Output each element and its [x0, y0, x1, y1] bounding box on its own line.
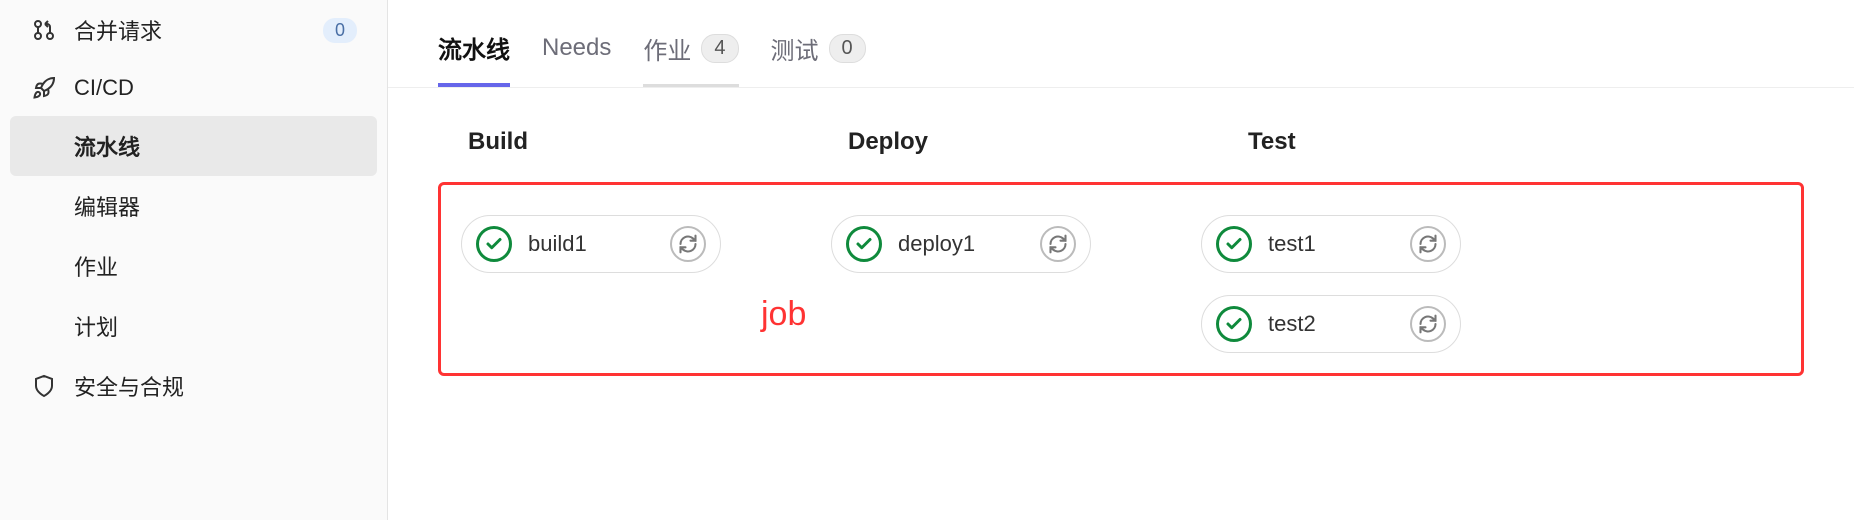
- job-name: test1: [1268, 231, 1410, 257]
- retry-icon[interactable]: [1040, 226, 1076, 262]
- sidebar-item-label: 流水线: [74, 130, 140, 162]
- job-pill-test1[interactable]: test1: [1201, 215, 1461, 273]
- status-success-icon: [846, 226, 882, 262]
- sidebar-item-label: 安全与合规: [74, 370, 184, 402]
- annotation-label: job: [761, 295, 806, 334]
- shield-icon: [30, 372, 58, 400]
- job-pill-build1[interactable]: build1: [461, 215, 721, 273]
- rocket-icon: [30, 74, 58, 102]
- stage-header-test: Test: [1248, 128, 1498, 156]
- sidebar-item-label: 编辑器: [74, 190, 140, 222]
- retry-icon[interactable]: [1410, 226, 1446, 262]
- tab-label: 作业: [643, 31, 691, 66]
- tabs: 流水线 Needs 作业 4 测试 0: [388, 0, 1854, 88]
- job-pill-deploy1[interactable]: deploy1: [831, 215, 1091, 273]
- job-name: test2: [1268, 311, 1410, 337]
- stage-column-build: build1: [461, 215, 721, 353]
- sidebar-item-jobs[interactable]: 作业: [0, 236, 387, 296]
- sidebar-item-label: 计划: [74, 310, 118, 342]
- job-name: build1: [528, 231, 670, 257]
- job-name: deploy1: [898, 231, 1040, 257]
- tab-needs[interactable]: Needs: [542, 34, 611, 83]
- sidebar-item-security[interactable]: 安全与合规: [0, 356, 387, 416]
- sidebar-item-schedules[interactable]: 计划: [0, 296, 387, 356]
- sidebar-item-cicd[interactable]: CI/CD: [0, 60, 387, 116]
- stage-header-build: Build: [468, 128, 718, 156]
- status-success-icon: [1216, 306, 1252, 342]
- status-success-icon: [476, 226, 512, 262]
- main-content: 流水线 Needs 作业 4 测试 0 Build Deploy Test jo…: [388, 0, 1854, 520]
- sidebar-item-merge-requests[interactable]: 合并请求 0: [0, 0, 387, 60]
- retry-icon[interactable]: [1410, 306, 1446, 342]
- tab-count-badge: 0: [829, 34, 866, 63]
- tab-pipeline[interactable]: 流水线: [438, 30, 510, 87]
- sidebar-item-label: 合并请求: [74, 14, 162, 46]
- pipeline-area: Build Deploy Test job build1: [388, 88, 1854, 416]
- job-pill-test2[interactable]: test2: [1201, 295, 1461, 353]
- jobs-annotation-box: job build1 deploy1: [438, 182, 1804, 376]
- stage-column-deploy: deploy1: [831, 215, 1091, 353]
- tab-tests[interactable]: 测试 0: [771, 31, 866, 87]
- sidebar-item-editor[interactable]: 编辑器: [0, 176, 387, 236]
- tab-label: Needs: [542, 34, 611, 62]
- status-success-icon: [1216, 226, 1252, 262]
- sidebar: 合并请求 0 CI/CD 流水线 编辑器 作业 计划 安全与合规: [0, 0, 388, 520]
- merge-request-icon: [30, 16, 58, 44]
- retry-icon[interactable]: [670, 226, 706, 262]
- tab-label: 流水线: [438, 30, 510, 65]
- stage-header-deploy: Deploy: [848, 128, 1098, 156]
- sidebar-item-label: 作业: [74, 250, 118, 282]
- sidebar-item-pipelines[interactable]: 流水线: [10, 116, 377, 176]
- merge-request-count-badge: 0: [323, 18, 357, 43]
- tab-jobs[interactable]: 作业 4: [643, 31, 738, 87]
- tab-count-badge: 4: [701, 34, 738, 63]
- sidebar-item-label: CI/CD: [74, 75, 134, 101]
- tab-label: 测试: [771, 31, 819, 66]
- stage-headers: Build Deploy Test: [438, 128, 1804, 156]
- stage-column-test: test1 test2: [1201, 215, 1461, 353]
